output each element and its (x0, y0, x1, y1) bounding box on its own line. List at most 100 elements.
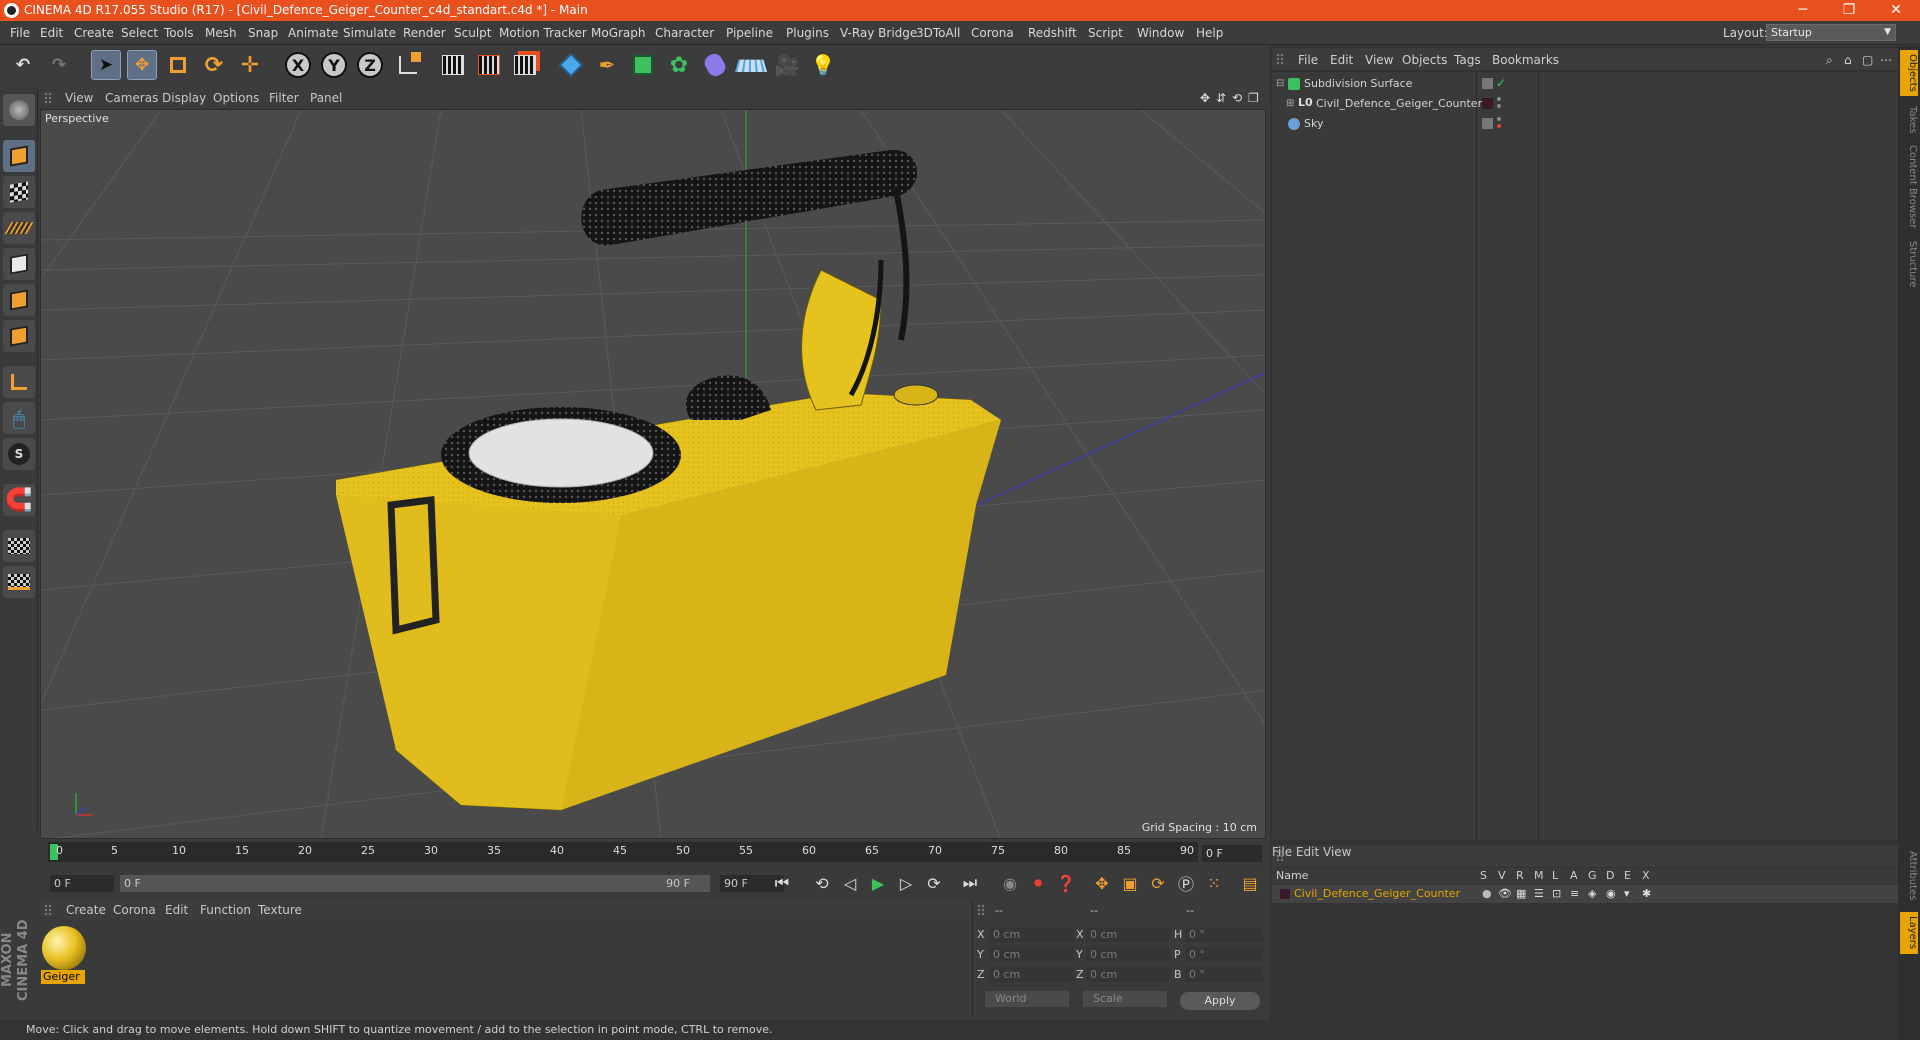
solo-toggle-icon[interactable]: ● (1482, 887, 1492, 900)
mat-menu-corona[interactable]: Corona (113, 903, 156, 917)
expressions-toggle-icon[interactable]: ▾ (1624, 887, 1630, 900)
tree-row[interactable]: Sky (1272, 114, 1900, 134)
layer-color-swatch[interactable] (1482, 98, 1493, 109)
next-frame-icon[interactable]: ▷ (894, 871, 918, 895)
floor-icon[interactable] (734, 50, 768, 80)
menu-select[interactable]: Select (121, 26, 158, 40)
lock-toggle-icon[interactable]: ⊡ (1552, 887, 1561, 900)
menu-3dtoall[interactable]: 3DToAll (916, 26, 960, 40)
render-toggle-icon[interactable]: ▦ (1516, 887, 1526, 900)
pos-z-field[interactable]: 0 cm (989, 967, 1074, 982)
viewport-maximize-icon[interactable]: ❐ (1248, 91, 1259, 105)
manager-toggle-icon[interactable]: ☰ (1534, 887, 1544, 900)
render-settings-icon[interactable] (510, 50, 540, 80)
obj-menu-tags[interactable]: Tags (1454, 53, 1481, 67)
key-pla-icon[interactable]: ⁙ (1202, 871, 1226, 895)
viewport-move-icon[interactable]: ✥ (1200, 91, 1210, 105)
menu-snap[interactable]: Snap (248, 26, 278, 40)
tab-structure[interactable]: Structure (1900, 236, 1918, 292)
menu-animate[interactable]: Animate (288, 26, 338, 40)
size-mode-dropdown[interactable]: Scale (1083, 991, 1167, 1007)
vp-menu-filter[interactable]: Filter (269, 91, 299, 105)
search-icon[interactable]: ⌕ (1826, 53, 1833, 68)
size-x-field[interactable]: 0 cm (1086, 927, 1171, 942)
rot-h-field[interactable]: 0 ° (1185, 927, 1263, 942)
texture-mode-icon[interactable] (3, 176, 35, 208)
menu-window[interactable]: Window (1137, 26, 1184, 40)
menu-motion-tracker[interactable]: Motion Tracker (499, 26, 587, 40)
mat-menu-create[interactable]: Create (66, 903, 106, 917)
axis-mode-icon[interactable] (3, 366, 35, 398)
deformers-toggle-icon[interactable]: ◉ (1606, 887, 1616, 900)
tab-attributes[interactable]: Attributes (1900, 846, 1918, 906)
mat-menu-function[interactable]: Function (200, 903, 251, 917)
prev-frame-icon[interactable]: ◁ (838, 871, 862, 895)
edges-mode-icon[interactable] (3, 284, 35, 316)
view-toggle-icon[interactable]: 👁 (1498, 887, 1512, 900)
coord-system-dropdown[interactable]: World (985, 991, 1069, 1007)
goto-start-icon[interactable]: ⏮ (770, 871, 794, 895)
snap-icon[interactable]: 🧲 (3, 484, 35, 516)
col-name[interactable]: Name (1276, 869, 1308, 882)
redo-icon[interactable]: ↷ (44, 50, 74, 80)
new-view-icon[interactable]: ▢ (1862, 53, 1873, 67)
x-axis-icon[interactable]: X (283, 50, 313, 80)
camera-icon[interactable]: 🎥 (772, 50, 802, 80)
xref-toggle-icon[interactable]: ✱ (1642, 887, 1651, 900)
key-param-icon[interactable]: Ⓟ (1174, 871, 1198, 895)
display-tag-icon[interactable] (1482, 118, 1493, 129)
next-key-icon[interactable]: ⟳ (922, 871, 946, 895)
editor-visibility-dot[interactable] (1497, 97, 1501, 101)
layer-menu-view[interactable]: View (1323, 845, 1351, 859)
menu-vray-bridge[interactable]: V-Ray Bridge (840, 26, 917, 40)
move-plus-icon[interactable]: ✛ (235, 50, 265, 80)
scale-icon[interactable] (163, 50, 193, 80)
col-generators[interactable]: G (1588, 869, 1597, 882)
move-icon[interactable]: ✥ (127, 50, 157, 80)
obj-menu-edit[interactable]: Edit (1330, 53, 1353, 67)
render-visibility-dot[interactable] (1497, 124, 1501, 128)
rot-p-field[interactable]: 0 ° (1185, 947, 1263, 962)
menu-edit[interactable]: Edit (40, 26, 63, 40)
menu-help[interactable]: Help (1196, 26, 1223, 40)
col-solo[interactable]: S (1480, 869, 1487, 882)
home-icon[interactable]: ⌂ (1844, 53, 1852, 67)
viewport-zoom-icon[interactable]: ⇵ (1216, 91, 1226, 105)
animation-toggle-icon[interactable]: ≡ (1570, 887, 1579, 900)
render-view-icon[interactable] (438, 50, 468, 80)
col-locked[interactable]: L (1552, 869, 1558, 882)
layer-menu-edit[interactable]: Edit (1296, 845, 1319, 859)
y-axis-icon[interactable]: Y (319, 50, 349, 80)
cube-icon[interactable] (556, 50, 586, 80)
subdivision-icon[interactable] (628, 50, 658, 80)
vp-menu-display[interactable]: Display (162, 91, 206, 105)
obj-menu-file[interactable]: File (1298, 53, 1318, 67)
object-name[interactable]: Civil_Defence_Geiger_Counter (1316, 97, 1482, 110)
menu-render[interactable]: Render (403, 26, 446, 40)
vp-menu-cameras[interactable]: Cameras (105, 91, 158, 105)
pos-y-field[interactable]: 0 cm (989, 947, 1074, 962)
tab-content-browser[interactable]: Content Browser (1900, 142, 1918, 232)
editor-visibility-dot[interactable] (1497, 117, 1501, 121)
tab-objects[interactable]: Objects (1900, 50, 1918, 96)
workplane-icon[interactable] (3, 212, 35, 244)
key-scale-icon[interactable]: ▣ (1118, 871, 1142, 895)
menu-character[interactable]: Character (655, 26, 714, 40)
apply-button[interactable]: Apply (1180, 992, 1260, 1010)
rot-b-field[interactable]: 0 ° (1185, 967, 1263, 982)
col-view[interactable]: V (1498, 869, 1506, 882)
current-frame-field[interactable]: 0 F (1202, 845, 1262, 862)
play-icon[interactable]: ▶ (866, 871, 890, 895)
col-animation[interactable]: A (1570, 869, 1578, 882)
timeline-ruler[interactable]: 0 5 10 15 20 25 30 35 40 45 50 55 60 65 … (48, 842, 1198, 862)
col-xref[interactable]: X (1642, 869, 1650, 882)
rotate-icon[interactable]: ⟳ (199, 50, 229, 80)
layer-row[interactable]: Civil_Defence_Geiger_Counter ● 👁 ▦ ☰ ⊡ ≡… (1272, 885, 1900, 903)
menu-file[interactable]: File (10, 26, 30, 40)
layer-color-swatch[interactable] (1280, 889, 1290, 899)
timeline-window-icon[interactable]: ▤ (1238, 871, 1262, 895)
record-motion-icon[interactable]: ◉ (998, 871, 1022, 895)
col-manager[interactable]: M (1534, 869, 1544, 882)
vp-menu-view[interactable]: View (65, 91, 93, 105)
menu-corona[interactable]: Corona (971, 26, 1014, 40)
